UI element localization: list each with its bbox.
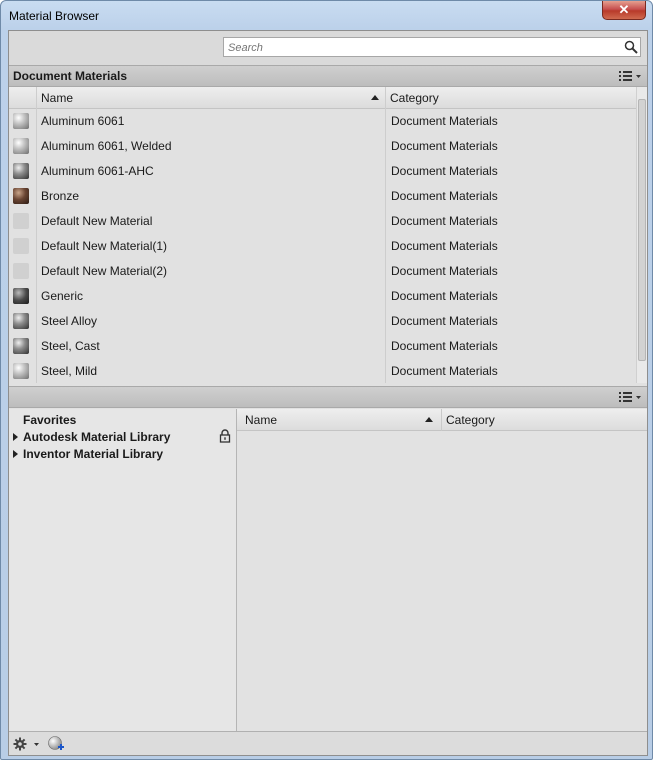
upper-table-header: Name Category [9,87,636,109]
material-thumbnail [13,163,29,179]
sort-ascending-icon [371,95,379,100]
list-view-icon[interactable] [617,69,643,83]
material-thumbnail [13,363,29,379]
material-category: Document Materials [391,164,498,178]
search-field[interactable] [223,37,641,57]
name-column-header[interactable]: Name [36,87,385,109]
scrollbar-thumb[interactable] [638,99,646,361]
material-category: Document Materials [391,339,498,353]
category-header-label: Category [390,91,439,105]
search-icon[interactable] [624,40,638,54]
document-materials-header: Document Materials [9,65,647,87]
material-name: Bronze [41,189,80,203]
close-button[interactable]: ✕ [602,1,646,20]
tree-item-favorites[interactable]: Favorites [23,413,76,427]
material-thumbnail [13,213,29,229]
bottom-toolbar [9,731,647,755]
material-thumbnail [13,113,29,129]
material-name: Steel, Cast [41,339,100,353]
search-bar [9,31,647,65]
section-title: Document Materials [13,69,128,83]
window-title: Material Browser [9,9,100,23]
globe-add-icon[interactable] [47,735,65,753]
table-row[interactable]: Aluminum 6061 Document Materials [9,109,635,134]
material-thumbnail [13,188,29,204]
lower-category-column-header[interactable]: Category [441,409,647,431]
table-row[interactable]: Aluminum 6061-AHC Document Materials [9,159,635,184]
material-name: Generic [41,289,84,303]
sort-ascending-icon [425,417,433,422]
lower-table-header: Name Category [237,409,647,431]
category-column-header[interactable]: Category [385,87,636,109]
material-thumbnail [13,313,29,329]
tree-item-inventor-library[interactable]: Inventor Material Library [23,447,163,461]
category-header-label: Category [446,413,495,427]
table-row[interactable]: Steel, Mild Document Materials [9,359,635,384]
material-category: Document Materials [391,314,498,328]
material-name: Aluminum 6061-AHC [41,164,154,178]
list-view-icon[interactable] [617,390,643,404]
material-name: Default New Material(1) [41,239,168,253]
table-row[interactable]: Steel Alloy Document Materials [9,309,635,334]
table-row[interactable]: Aluminum 6061, Welded Document Materials [9,134,635,159]
material-name: Default New Material [41,214,153,228]
material-thumbnail [13,138,29,154]
table-row[interactable]: Generic Document Materials [9,284,635,309]
material-browser-window: Material Browser ✕ Document Materials [0,0,653,760]
table-row[interactable]: Bronze Document Materials [9,184,635,209]
library-materials-list: Name Category [237,409,647,732]
material-thumbnail [13,238,29,254]
lower-name-column-header[interactable]: Name [237,409,441,431]
lock-icon [219,429,231,443]
table-row[interactable]: Default New Material(1) Document Material… [9,234,635,259]
material-name: Default New Material(2) [41,264,168,278]
library-tree: Favorites Autodesk Material Library Inve… [9,409,237,732]
material-category: Document Materials [391,139,498,153]
material-category: Document Materials [391,189,498,203]
column-divider [385,87,386,383]
close-icon: ✕ [618,2,630,17]
expand-arrow-icon[interactable] [13,433,18,441]
material-thumbnail [13,338,29,354]
material-name: Steel, Mild [41,364,98,378]
thumb-column-header [9,87,36,109]
client-area: Document Materials Name Category Aluminu… [8,30,648,756]
name-header-label: Name [41,91,74,105]
material-category: Document Materials [391,114,498,128]
material-name: Aluminum 6061, Welded [41,139,172,153]
material-category: Document Materials [391,264,498,278]
name-header-label: Name [245,413,278,427]
material-category: Document Materials [391,289,498,303]
title-bar[interactable]: Material Browser ✕ [1,1,652,31]
material-thumbnail [13,263,29,279]
table-row[interactable]: Default New Material(2) Document Material… [9,259,635,284]
material-category: Document Materials [391,239,498,253]
table-row[interactable]: Default New Material Document Materials [9,209,635,234]
material-thumbnail [13,288,29,304]
material-category: Document Materials [391,364,498,378]
column-divider [36,87,37,383]
material-category: Document Materials [391,214,498,228]
material-name: Steel Alloy [41,314,98,328]
upper-scrollbar[interactable] [636,87,647,383]
library-section-header [9,386,647,408]
material-name: Aluminum 6061 [41,114,125,128]
expand-arrow-icon[interactable] [13,450,18,458]
tree-item-autodesk-library[interactable]: Autodesk Material Library [23,430,170,444]
gear-icon[interactable] [13,737,41,751]
table-row[interactable]: Steel, Cast Document Materials [9,334,635,359]
search-input[interactable] [226,39,622,57]
